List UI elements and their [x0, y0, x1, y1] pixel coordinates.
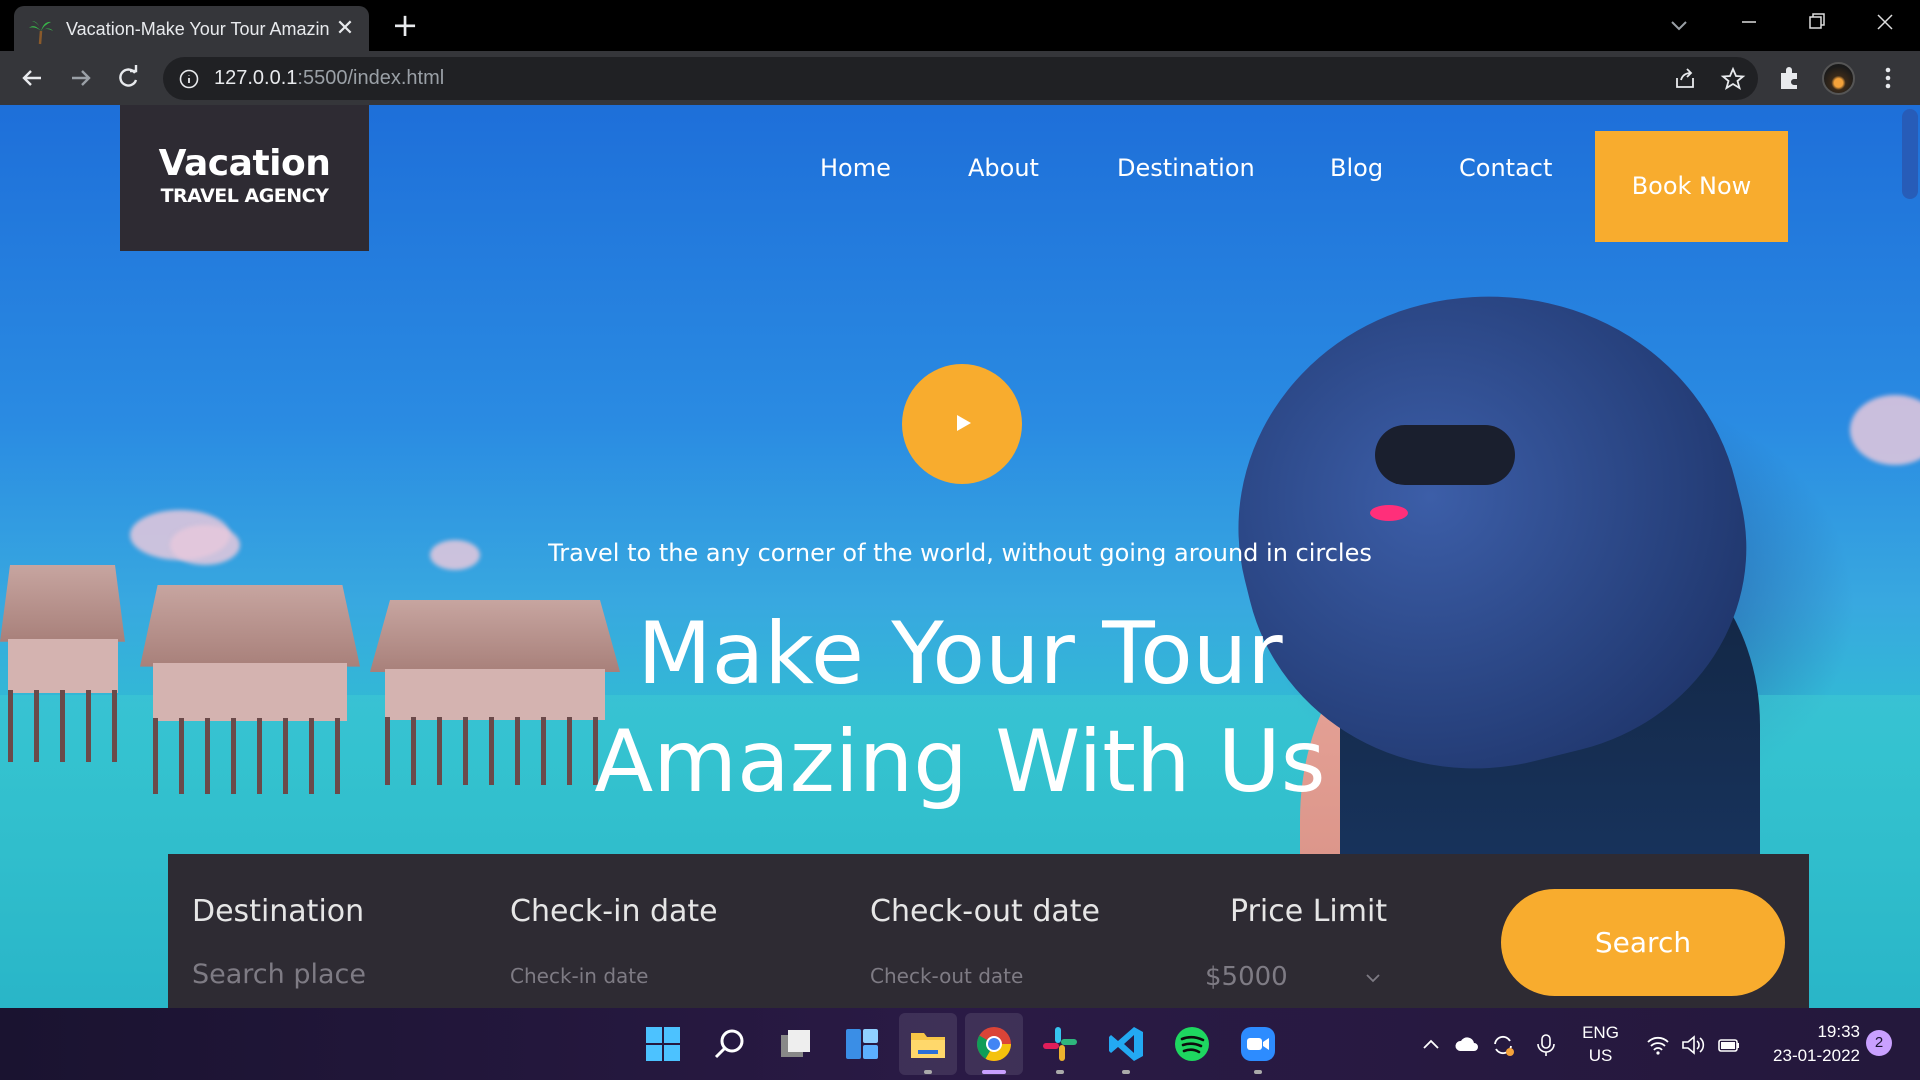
site-logo[interactable]: Vacation TRAVEL AGENCY	[120, 105, 369, 251]
notification-badge[interactable]: 2	[1866, 1030, 1892, 1056]
running-indicator	[1254, 1070, 1262, 1074]
play-icon	[957, 415, 971, 431]
browser-tabbar: Vacation-Make Your Tour Amazin ✕ +	[0, 0, 1920, 51]
task-view-icon[interactable]	[776, 1024, 816, 1064]
destination-input[interactable]	[192, 959, 472, 990]
nav-destination[interactable]: Destination	[1117, 154, 1255, 182]
clock-date[interactable]: 23-01-2022	[1760, 1046, 1860, 1066]
url-host: 127.0.0.1	[214, 67, 298, 89]
play-video-button[interactable]	[902, 364, 1022, 484]
windows-taskbar: ENG US 19:33 23-01-2022 2	[0, 1008, 1920, 1080]
restore-icon[interactable]	[1784, 0, 1848, 44]
close-window-icon[interactable]	[1852, 0, 1916, 44]
file-explorer-icon[interactable]	[908, 1024, 948, 1064]
url-path: :5500/index.html	[297, 67, 445, 89]
forward-arrow-icon[interactable]	[64, 61, 98, 95]
search-button[interactable]: Search	[1501, 889, 1785, 996]
active-indicator	[982, 1070, 1006, 1074]
destination-label: Destination	[192, 894, 365, 929]
new-tab-icon[interactable]: +	[390, 9, 420, 41]
nav-home[interactable]: Home	[820, 154, 891, 182]
headline-line-1: Make Your Tour	[637, 604, 1283, 704]
checkin-date-input[interactable]	[510, 964, 790, 988]
hero-tagline: Travel to the any corner of the world, w…	[548, 539, 1372, 567]
address-bar[interactable]: 127.0.0.1:5500/index.html	[163, 57, 1758, 100]
headline-line-2: Amazing With Us	[594, 712, 1326, 812]
windows-start-icon[interactable]	[643, 1024, 683, 1064]
browser-toolbar: 127.0.0.1:5500/index.html	[0, 51, 1920, 105]
running-indicator	[1056, 1070, 1064, 1074]
profile-avatar[interactable]	[1822, 62, 1855, 95]
tab-title: Vacation-Make Your Tour Amazin	[66, 19, 330, 39]
microphone-icon[interactable]	[1533, 1032, 1559, 1058]
chevron-down-icon[interactable]	[1363, 968, 1383, 988]
nav-contact[interactable]: Contact	[1459, 154, 1552, 182]
zoom-icon[interactable]	[1238, 1024, 1278, 1064]
tab-search-chevron-icon[interactable]	[1664, 10, 1694, 40]
share-icon[interactable]	[1672, 66, 1698, 92]
clock-time[interactable]: 19:33	[1760, 1022, 1860, 1042]
checkin-label: Check-in date	[510, 894, 718, 929]
language-top[interactable]: ENG	[1578, 1023, 1623, 1043]
scrollbar-thumb[interactable]	[1902, 109, 1918, 199]
search-icon[interactable]	[710, 1024, 750, 1064]
checkout-date-input[interactable]	[870, 964, 1150, 988]
widgets-icon[interactable]	[842, 1024, 882, 1064]
price-limit-label: Price Limit	[1230, 894, 1388, 929]
bookmark-star-icon[interactable]	[1720, 66, 1746, 92]
url-text: 127.0.0.1:5500/index.html	[214, 67, 444, 90]
chrome-icon[interactable]	[974, 1024, 1014, 1064]
kebab-menu-icon[interactable]	[1871, 61, 1905, 95]
hero-section: Vacation TRAVEL AGENCY Home About Destin…	[0, 105, 1920, 1008]
page-scrollbar[interactable]	[1900, 105, 1920, 1008]
nav-about[interactable]: About	[968, 154, 1039, 182]
volume-icon[interactable]	[1680, 1032, 1706, 1058]
logo-title: Vacation	[158, 143, 331, 184]
battery-icon[interactable]	[1716, 1032, 1742, 1058]
nav-blog[interactable]: Blog	[1330, 154, 1383, 182]
onedrive-cloud-icon[interactable]	[1454, 1032, 1480, 1058]
running-indicator	[1122, 1070, 1130, 1074]
minimize-icon[interactable]	[1716, 0, 1780, 44]
sunglasses-illustration	[1375, 425, 1515, 485]
book-now-button[interactable]: Book Now	[1595, 131, 1788, 242]
back-arrow-icon[interactable]	[15, 61, 49, 95]
reload-icon[interactable]	[111, 61, 145, 95]
price-limit-select[interactable]: $5000	[1205, 962, 1288, 992]
sync-icon[interactable]	[1490, 1032, 1516, 1058]
lips-illustration	[1370, 505, 1408, 521]
running-indicator	[924, 1070, 932, 1074]
close-tab-icon[interactable]: ✕	[333, 17, 357, 41]
language-bottom[interactable]: US	[1578, 1046, 1623, 1066]
extensions-puzzle-icon[interactable]	[1773, 61, 1807, 95]
spotify-icon[interactable]	[1172, 1024, 1212, 1064]
booking-search-panel: Destination Check-in date Check-out date…	[168, 854, 1809, 1008]
checkout-label: Check-out date	[870, 894, 1100, 929]
browser-tab[interactable]: Vacation-Make Your Tour Amazin ✕	[14, 6, 369, 51]
vscode-icon[interactable]	[1106, 1024, 1146, 1064]
chevron-up-icon[interactable]	[1418, 1032, 1444, 1058]
logo-subtitle: TRAVEL AGENCY	[160, 185, 329, 207]
hero-headline: Make Your Tour Amazing With Us	[0, 600, 1920, 816]
slack-icon[interactable]	[1040, 1024, 1080, 1064]
site-info-icon[interactable]	[178, 68, 200, 90]
palm-tree-icon	[29, 21, 53, 45]
wifi-icon[interactable]	[1645, 1032, 1671, 1058]
